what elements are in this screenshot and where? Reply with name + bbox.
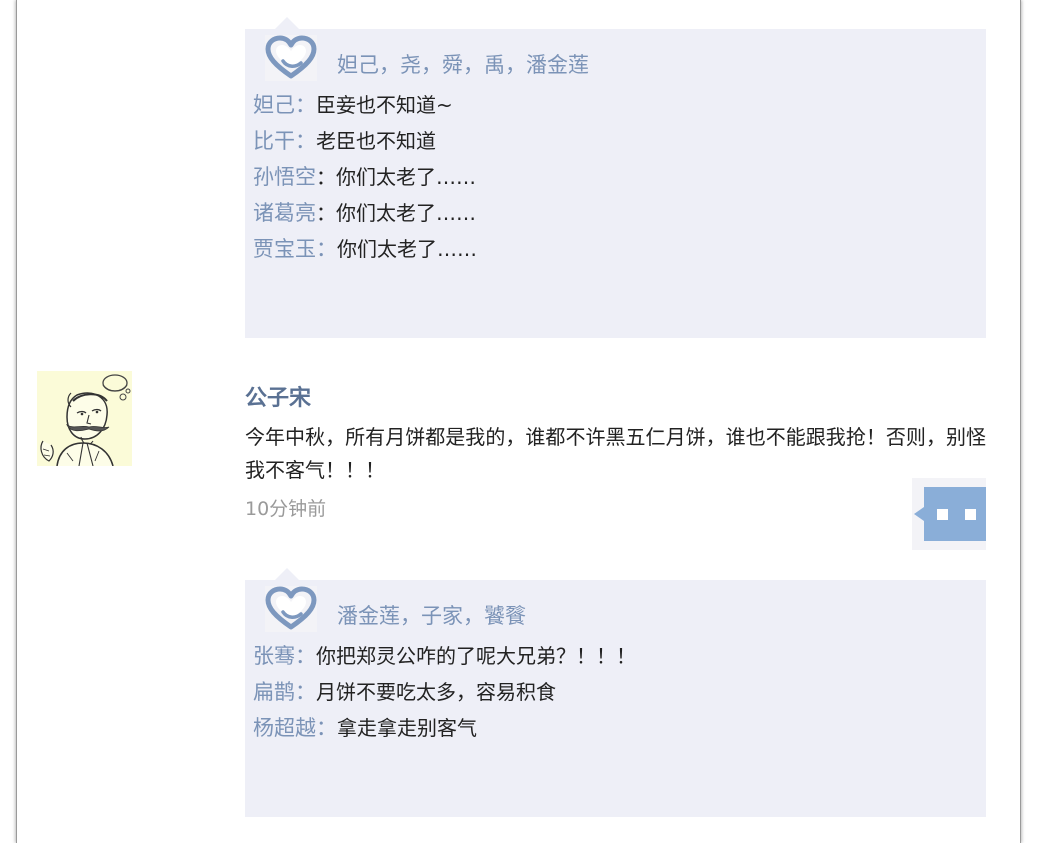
post-timestamp: 10分钟前 xyxy=(245,498,327,520)
reply-list: 妲己：臣妾也不知道~ 比干：老臣也不知道 孙悟空：你们太老了…… 诸葛亮：你们太… xyxy=(253,91,477,271)
reply-list: 张骞：你把郑灵公咋的了呢大兄弟？！！！ 扁鹊：月饼不要吃太多，容易积食 杨超越：… xyxy=(253,642,636,750)
cartoon-man-portrait-icon xyxy=(37,371,132,466)
reply-author-link[interactable]: 杨超越： xyxy=(253,716,337,740)
reply-text: ：你们太老了…… xyxy=(316,165,476,189)
avatar[interactable] xyxy=(37,371,132,466)
reply-author-link[interactable]: 贾宝玉： xyxy=(253,237,337,261)
post-author[interactable]: 公子宋 xyxy=(245,380,311,412)
reply-item: 比干：老臣也不知道 xyxy=(253,127,477,163)
like-row: 妲己，尧，舜，禹，潘金莲 xyxy=(245,29,986,91)
reply-item: 扁鹊：月饼不要吃太多，容易积食 xyxy=(253,678,636,714)
reply-text: 拿走拿走别客气 xyxy=(337,716,477,740)
likers-list[interactable]: 潘金莲，子家，饕餮 xyxy=(337,600,526,630)
reply-author-link[interactable]: 诸葛亮 xyxy=(253,201,316,225)
heart-icon[interactable] xyxy=(265,35,317,81)
reply-text: ：你们太老了…… xyxy=(316,201,476,225)
reply-text: 你把郑灵公咋的了呢大兄弟？！！！ xyxy=(316,644,636,668)
speech-bubble-icon xyxy=(914,487,986,541)
reply-text: 你们太老了…… xyxy=(337,237,477,261)
reply-author-link[interactable]: 扁鹊： xyxy=(253,680,316,704)
reply-text: 臣妾也不知道~ xyxy=(316,93,453,117)
reply-item: 诸葛亮：你们太老了…… xyxy=(253,199,477,235)
reply-item: 贾宝玉：你们太老了…… xyxy=(253,235,477,271)
heart-icon[interactable] xyxy=(265,586,317,632)
reply-box: 妲己，尧，舜，禹，潘金莲 妲己：臣妾也不知道~ 比干：老臣也不知道 孙悟空：你们… xyxy=(245,17,986,338)
reply-item: 杨超越：拿走拿走别客气 xyxy=(253,714,636,750)
reply-author-link[interactable]: 张骞： xyxy=(253,644,316,668)
reply-item: 妲己：臣妾也不知道~ xyxy=(253,91,477,127)
reply-item: 张骞：你把郑灵公咋的了呢大兄弟？！！！ xyxy=(253,642,636,678)
likers-list[interactable]: 妲己，尧，舜，禹，潘金莲 xyxy=(337,49,589,79)
reply-item: 孙悟空：你们太老了…… xyxy=(253,163,477,199)
comment-button[interactable] xyxy=(912,478,986,550)
reply-text: 月饼不要吃太多，容易积食 xyxy=(316,680,556,704)
reply-text: 老臣也不知道 xyxy=(316,129,436,153)
reply-author-link[interactable]: 孙悟空 xyxy=(253,165,316,189)
like-row: 潘金莲，子家，饕餮 xyxy=(245,580,986,642)
reply-box: 潘金莲，子家，饕餮 张骞：你把郑灵公咋的了呢大兄弟？！！！ 扁鹊：月饼不要吃太多… xyxy=(245,568,986,817)
post-content: 今年中秋，所有月饼都是我的，谁都不许黑五仁月饼，谁也不能跟我抢！否则，别怪我不客… xyxy=(245,425,986,482)
reply-author-link[interactable]: 比干： xyxy=(253,129,316,153)
reply-author-link[interactable]: 妲己： xyxy=(253,93,316,117)
